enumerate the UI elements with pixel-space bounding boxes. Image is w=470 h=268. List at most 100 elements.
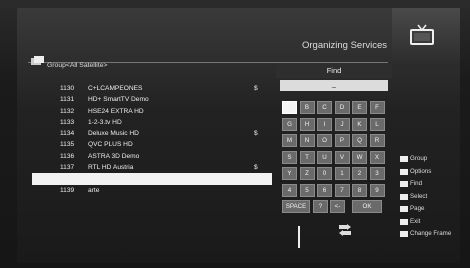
key-f[interactable]: F bbox=[369, 101, 385, 114]
channel-row[interactable]: 1139 arte bbox=[32, 185, 272, 196]
legend-item: Exit bbox=[400, 216, 470, 229]
legend-item: Select bbox=[400, 191, 470, 204]
green-button-icon bbox=[400, 168, 408, 175]
page-title: Organizing Services bbox=[302, 40, 388, 51]
key-r[interactable]: R bbox=[369, 134, 385, 147]
group-icon bbox=[31, 56, 44, 65]
channel-row[interactable]: 1132 HSE24 EXTRA HD bbox=[32, 106, 272, 117]
channel-number: 1132 bbox=[60, 107, 75, 115]
key-8[interactable]: 8 bbox=[352, 183, 367, 197]
channel-row[interactable]: 1130 C+LCAMPEONES $ bbox=[32, 83, 272, 94]
channel-number: 1133 bbox=[60, 118, 75, 126]
key-x[interactable]: X bbox=[369, 150, 385, 164]
key-u[interactable]: U bbox=[317, 150, 332, 164]
key-6[interactable]: 6 bbox=[317, 183, 332, 197]
key-n[interactable]: N bbox=[299, 134, 315, 147]
channel-row[interactable] bbox=[32, 173, 272, 185]
key-t[interactable]: T bbox=[299, 150, 315, 164]
legend-label: Group bbox=[410, 155, 428, 162]
key-0[interactable]: 0 bbox=[317, 167, 332, 180]
legend-label: Options bbox=[410, 167, 432, 175]
legend-label: Change Frame bbox=[410, 230, 452, 237]
key-c[interactable]: C bbox=[317, 101, 332, 114]
find-button-icon bbox=[400, 181, 408, 187]
swap-arrows-icon bbox=[339, 224, 351, 236]
find-panel: Find _ ABCDEF GHIJKL MNOPQR STUVWX YZ0123 456… bbox=[276, 64, 392, 221]
key-3[interactable]: 3 bbox=[369, 167, 385, 180]
key-2[interactable]: 2 bbox=[352, 167, 367, 180]
tv-icon bbox=[410, 24, 434, 45]
scrambled-marker: $ bbox=[254, 85, 258, 92]
key-4[interactable]: 4 bbox=[282, 183, 297, 197]
key-p[interactable]: P bbox=[334, 134, 350, 147]
legend-item: Options bbox=[400, 166, 470, 179]
legend-label: Find bbox=[410, 180, 423, 187]
key-h[interactable]: H bbox=[299, 117, 315, 131]
channel-list[interactable]: 1130 C+LCAMPEONES $1131 HD+ SmartTV Demo 113… bbox=[32, 83, 272, 196]
channel-number: 1135 bbox=[60, 141, 75, 149]
button-legend: Group Options Find Select Page Exit Change Fra… bbox=[400, 153, 470, 241]
key-5[interactable]: 5 bbox=[299, 183, 315, 197]
scrollbar[interactable] bbox=[298, 226, 300, 248]
scrambled-marker: $ bbox=[254, 164, 258, 172]
channel-number: 1139 bbox=[60, 186, 75, 194]
legend-item: Find bbox=[400, 178, 470, 191]
group-label: Group<All Satellite> bbox=[47, 62, 108, 69]
channel-name: ASTRA 3D Demo bbox=[88, 152, 140, 160]
key-9[interactable]: 9 bbox=[369, 183, 385, 197]
channel-name: QVC PLUS HD bbox=[88, 141, 133, 149]
key-s[interactable]: S bbox=[282, 150, 297, 164]
scrambled-marker: $ bbox=[254, 130, 258, 138]
legend-label: Select bbox=[410, 192, 428, 200]
exit-button-icon bbox=[400, 218, 408, 225]
key-z[interactable]: Z bbox=[299, 167, 315, 180]
channel-number: 1131 bbox=[60, 96, 75, 104]
ok-button-icon bbox=[400, 193, 408, 200]
key-1[interactable]: 1 bbox=[334, 167, 350, 180]
channel-number: 1134 bbox=[60, 130, 75, 138]
key-q[interactable]: Q bbox=[352, 134, 367, 147]
key-space[interactable]: SPACE bbox=[282, 200, 310, 213]
channel-number: 1130 bbox=[60, 85, 75, 92]
find-title: Find bbox=[276, 64, 392, 78]
channel-name: RTL HD Austria bbox=[88, 164, 134, 172]
find-input[interactable]: _ bbox=[280, 80, 388, 91]
legend-item: Page bbox=[400, 203, 470, 216]
channel-row[interactable]: 1134 Deluxe Music HD $ bbox=[32, 128, 272, 139]
key-g[interactable]: G bbox=[282, 117, 297, 131]
key-i[interactable]: I bbox=[317, 117, 332, 131]
channel-row[interactable]: 1131 HD+ SmartTV Demo bbox=[32, 94, 272, 105]
key-e[interactable]: E bbox=[352, 101, 367, 114]
key-l[interactable]: L bbox=[369, 117, 385, 131]
key-backspace[interactable]: <- bbox=[330, 200, 345, 213]
channel-row[interactable]: 1136 ASTRA 3D Demo bbox=[32, 151, 272, 162]
key-m[interactable]: M bbox=[282, 134, 297, 147]
channel-name: arte bbox=[88, 186, 100, 194]
key-7[interactable]: 7 bbox=[334, 183, 350, 197]
channel-name: 1-2-3.tv HD bbox=[88, 118, 122, 126]
channel-row[interactable]: 1135 QVC PLUS HD bbox=[32, 139, 272, 150]
channel-name: HSE24 EXTRA HD bbox=[88, 107, 144, 115]
key-v[interactable]: V bbox=[334, 150, 350, 164]
channel-name: Deluxe Music HD bbox=[88, 130, 139, 138]
screen: Organizing Services Group<All Satellite>… bbox=[0, 0, 470, 268]
page-button-icon bbox=[400, 206, 408, 212]
key-a[interactable]: A bbox=[282, 101, 297, 114]
channel-row[interactable]: 1137 RTL HD Austria $ bbox=[32, 162, 272, 173]
channel-name: HD+ SmartTV Demo bbox=[88, 96, 149, 104]
channel-number: 1137 bbox=[60, 164, 75, 172]
key-d[interactable]: D bbox=[334, 101, 350, 114]
key-w[interactable]: W bbox=[352, 150, 367, 164]
key-o[interactable]: O bbox=[317, 134, 332, 147]
legend-label: Page bbox=[410, 205, 425, 212]
key-question[interactable]: ? bbox=[313, 200, 328, 213]
key-j[interactable]: J bbox=[334, 117, 350, 131]
channel-number: 1136 bbox=[60, 152, 75, 160]
channel-row[interactable]: 1133 1-2-3.tv HD bbox=[32, 117, 272, 128]
key-y[interactable]: Y bbox=[282, 167, 297, 180]
key-k[interactable]: K bbox=[352, 117, 367, 131]
channel-name: C+LCAMPEONES bbox=[88, 85, 143, 92]
key-b[interactable]: B bbox=[299, 101, 315, 114]
key-ok[interactable]: OK bbox=[352, 200, 382, 213]
legend-label: Exit bbox=[410, 217, 421, 225]
